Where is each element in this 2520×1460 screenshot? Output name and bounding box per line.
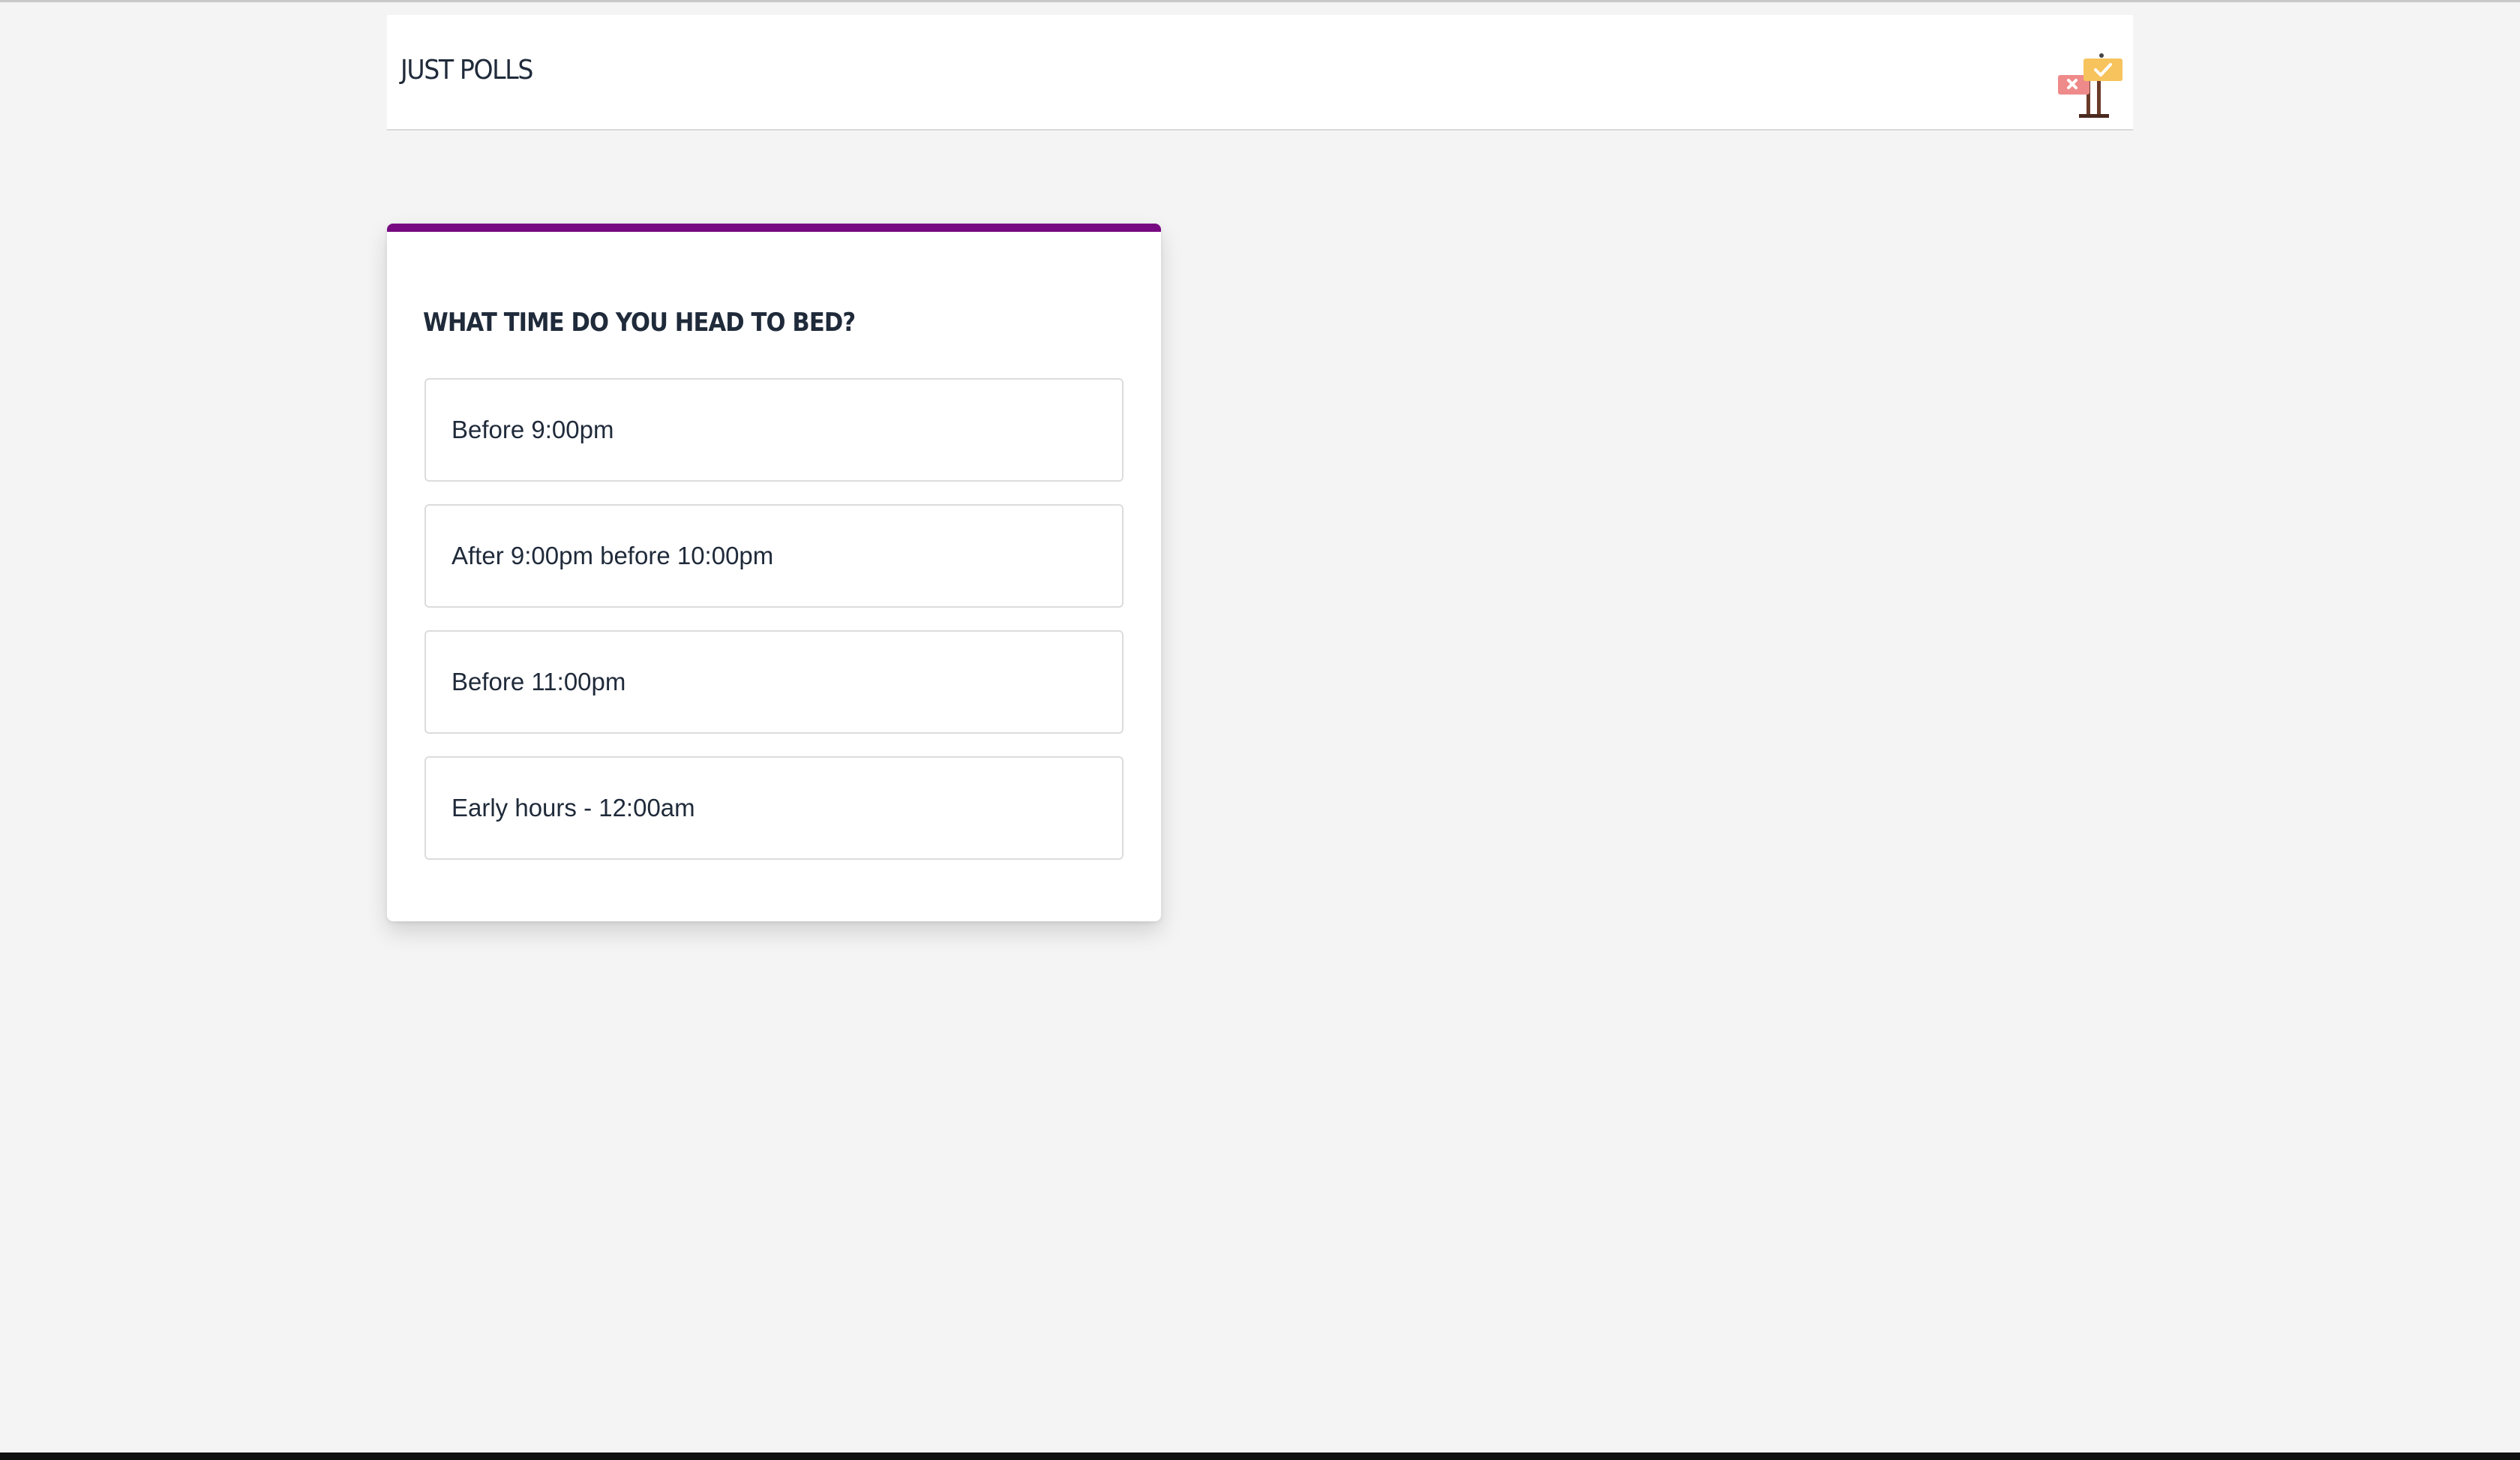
poll-option-label: After 9:00pm before 10:00pm [452, 542, 774, 569]
poll-option-before-11pm[interactable]: Before 11:00pm [424, 630, 1124, 734]
poll-option-12am[interactable]: Early hours - 12:00am [424, 756, 1124, 860]
poll-option-label: Before 11:00pm [452, 668, 626, 695]
poll-signpost-icon [2058, 42, 2126, 120]
poll-option-label: Before 9:00pm [452, 416, 614, 443]
window-bottom-border [0, 1452, 2520, 1460]
poll-option-before-9pm[interactable]: Before 9:00pm [424, 378, 1124, 482]
poll-option-9pm-to-10pm[interactable]: After 9:00pm before 10:00pm [424, 504, 1124, 608]
window-top-border [0, 0, 2520, 2]
poll-question: WHAT TIME DO YOU HEAD TO BED? [423, 308, 856, 338]
brand-title[interactable]: JUST POLLS [400, 57, 533, 84]
poll-card: WHAT TIME DO YOU HEAD TO BED? Before 9:0… [387, 224, 1161, 921]
poll-option-label: Early hours - 12:00am [452, 794, 695, 822]
site-header: JUST POLLS [387, 15, 2133, 131]
